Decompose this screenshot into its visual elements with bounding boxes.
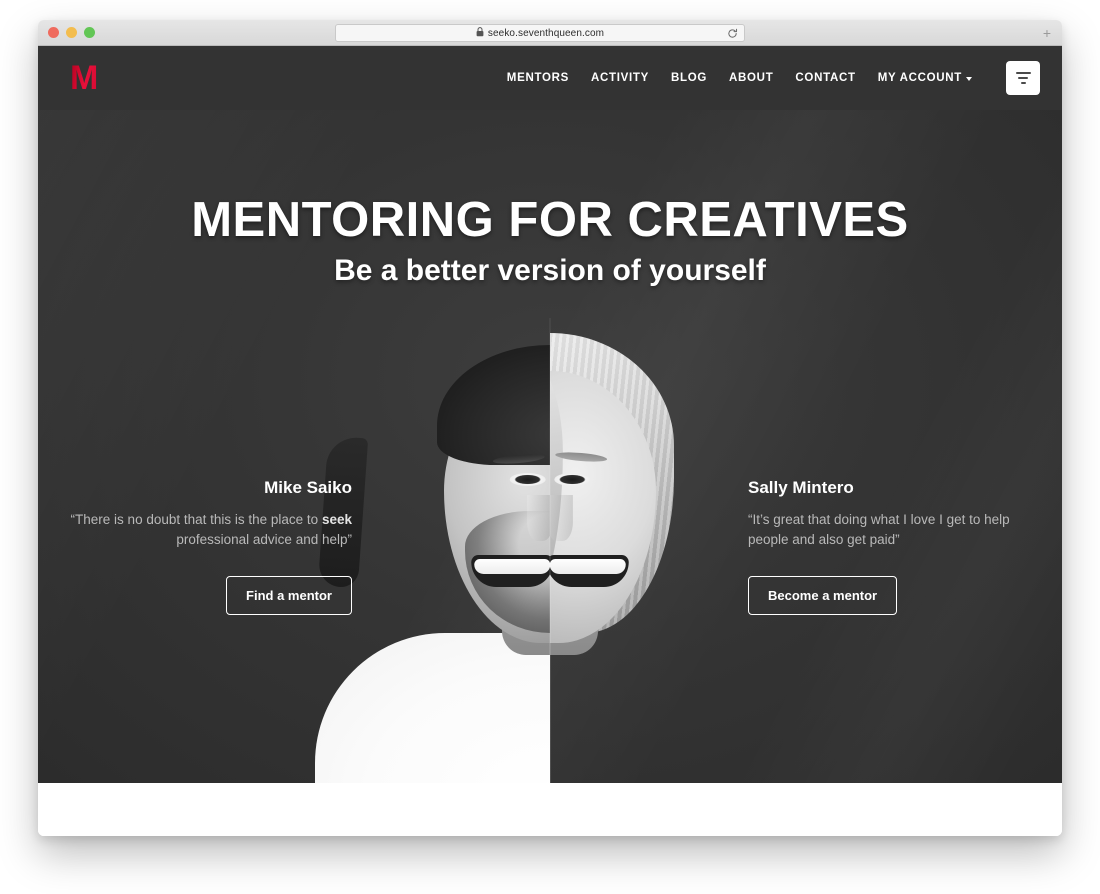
reload-icon[interactable] [726,27,738,39]
testimonial-left: Mike Saiko “There is no doubt that this … [52,478,352,615]
browser-toolbar: seeko.seventhqueen.com + [38,20,1062,46]
hero-section: MENTORING FOR CREATIVES Be a better vers… [38,110,1062,783]
testimonial-right: Sally Mintero “It’s great that doing wha… [748,478,1048,615]
nav-item-my-account[interactable]: MY ACCOUNT [878,72,972,84]
new-tab-button[interactable]: + [1038,25,1056,43]
nav-item-activity[interactable]: ACTIVITY [591,72,649,84]
testimonial-quote: “There is no doubt that this is the plac… [52,510,352,550]
lock-icon [476,26,484,40]
quote-part-1: “It’s great that doing what I love I get… [748,512,1010,547]
browser-window: seeko.seventhqueen.com + M MENTORS ACTIV… [38,20,1062,836]
nav-label: MENTORS [506,72,569,84]
below-hero-section [38,783,1062,836]
nav-item-mentors[interactable]: MENTORS [507,72,569,84]
page-title: MENTORING FOR CREATIVES [191,193,909,247]
become-a-mentor-button[interactable]: Become a mentor [748,576,898,615]
maximize-window-button[interactable] [84,27,95,38]
nav-item-contact[interactable]: CONTACT [795,72,855,84]
page-content: M MENTORS ACTIVITY BLOG ABOUT CONTACT MY… [38,46,1062,836]
window-controls [48,27,95,38]
url-text: seeko.seventhqueen.com [487,27,605,39]
nav-label: CONTACT [795,72,856,84]
filter-icon[interactable] [1006,61,1040,95]
page-subtitle: Be a better version of yourself [334,254,766,287]
quote-part-1: “There is no doubt that this is the plac… [70,512,322,527]
nav-item-blog[interactable]: BLOG [671,72,707,84]
site-logo[interactable]: M [70,61,98,95]
address-bar[interactable]: seeko.seventhqueen.com [335,24,745,42]
portrait-seam [549,318,551,783]
chevron-down-icon [966,77,972,81]
quote-part-2: professional advice and help” [176,532,352,547]
quote-highlight: seek [321,512,352,527]
nav-label: ACTIVITY [591,72,649,84]
minimize-window-button[interactable] [66,27,77,38]
nav-label: ABOUT [729,72,774,84]
site-header: M MENTORS ACTIVITY BLOG ABOUT CONTACT MY… [38,46,1062,110]
nav-label: BLOG [671,72,708,84]
main-nav: MENTORS ACTIVITY BLOG ABOUT CONTACT MY A… [507,61,1040,95]
testimonial-name: Sally Mintero [748,478,854,497]
nav-label: MY ACCOUNT [877,72,962,84]
testimonial-quote: “It’s great that doing what I love I get… [748,510,1048,550]
testimonial-name: Mike Saiko [264,478,352,497]
nav-item-about[interactable]: ABOUT [729,72,773,84]
close-window-button[interactable] [48,27,59,38]
find-a-mentor-button[interactable]: Find a mentor [226,576,352,615]
split-face-portrait [305,318,795,783]
